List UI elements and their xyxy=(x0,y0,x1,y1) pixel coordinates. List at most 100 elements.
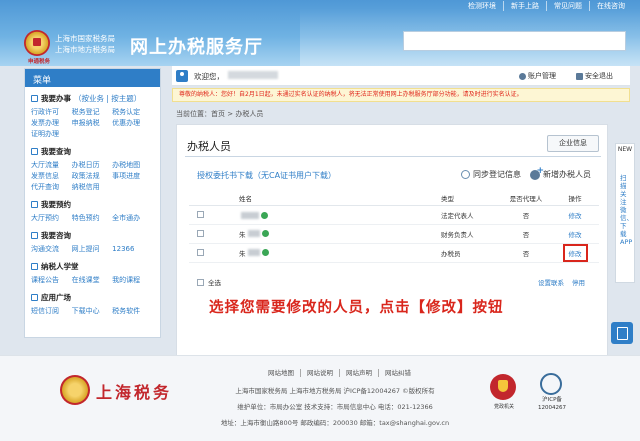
disable-link[interactable]: 停用 xyxy=(572,277,585,287)
sync-info-button[interactable]: 同步登记信息 xyxy=(461,169,521,180)
group-subtitle[interactable]: （按业务 | 按主题） xyxy=(74,93,141,104)
sidebar-link[interactable]: 税务登记 xyxy=(72,107,113,118)
sidebar-link[interactable]: 办税地图 xyxy=(112,160,153,171)
welcome-text: 欢迎您， xyxy=(194,72,224,81)
footer-link-about[interactable]: 网站说明 xyxy=(300,369,339,377)
user-bar: 欢迎您， 账户管理 安全退出 xyxy=(172,66,630,86)
sidebar-link[interactable]: 代开查询 xyxy=(31,182,72,193)
sidebar-link[interactable]: 发票办理 xyxy=(31,118,72,129)
col-type: 类型 xyxy=(407,191,501,206)
select-all-checkbox[interactable] xyxy=(197,278,204,286)
add-staff-button[interactable]: 新增办税人员 xyxy=(530,166,591,180)
divider xyxy=(185,156,601,157)
group-title: 我要办事 xyxy=(41,94,71,103)
col-name: 姓名 xyxy=(217,191,407,206)
book-icon xyxy=(31,263,38,270)
refresh-icon xyxy=(461,170,470,179)
row-type: 法定代表人 xyxy=(407,205,501,225)
icp-badge-icon[interactable] xyxy=(540,373,562,395)
feedback-edit-icon[interactable] xyxy=(611,322,633,344)
sidebar-link[interactable]: 税务软件 xyxy=(112,306,153,317)
person-icon xyxy=(519,72,526,80)
group-title: 纳税人学堂 xyxy=(41,262,79,271)
row-name: 朱 xyxy=(239,230,246,239)
sync-label: 同步登记信息 xyxy=(473,170,521,179)
sidebar-link[interactable]: 事项进度 xyxy=(112,171,153,182)
set-contact-link[interactable]: 设置联系 xyxy=(538,277,564,287)
top-link-env-check[interactable]: 检测环境 xyxy=(461,1,503,11)
authorization-download-link[interactable]: 授权委托书下载（无CA证书用户下载） xyxy=(197,170,336,181)
company-info-button[interactable]: 企业信息 xyxy=(547,135,599,152)
notice-banner: 尊敬的纳税人：您好！自2月1日起，未通过实名认证的纳税人，将无法正常使用网上办税… xyxy=(172,88,630,102)
sidebar-link[interactable]: 在线课堂 xyxy=(72,275,113,286)
sidebar-link[interactable]: 我的课程 xyxy=(112,275,153,286)
edit-link[interactable]: 修改 xyxy=(569,212,582,220)
site-title: 网上办税服务厅 xyxy=(130,37,263,58)
chat-icon xyxy=(31,232,38,239)
sidebar-link[interactable]: 课程公告 xyxy=(31,275,72,286)
logout-button[interactable]: 安全退出 xyxy=(576,71,613,81)
gov-badge-icon[interactable] xyxy=(490,374,516,400)
org-name-national: 上海市国家税务局 xyxy=(55,34,115,43)
top-link-beginner[interactable]: 新手上路 xyxy=(503,1,546,11)
site-footer: 上海税务 网站地图 网站说明 网站声明 网站纠错 上海市国家税务局 上海市地方税… xyxy=(0,355,640,441)
menu-group-apps: 应用广场 短信订阅 下载中心 税务软件 xyxy=(25,286,160,317)
sidebar-link[interactable]: 税务认定 xyxy=(112,107,153,118)
table-header: 姓名 类型 是否代理人 操作 xyxy=(189,191,599,206)
col-op: 操作 xyxy=(551,191,599,206)
logout-label: 安全退出 xyxy=(585,72,613,80)
sidebar-link[interactable]: 发票信息 xyxy=(31,171,72,182)
menu-group-query: 我要查询 大厅流量 办税日历 办税地图 发票信息 政策法规 事项进度 代开查询 … xyxy=(25,140,160,193)
panel-title: 办税人员 xyxy=(187,140,231,153)
site-header: 检测环境 新手上路 常见问题 在线咨询 上海市国家税务局 上海市地方税务局 网上… xyxy=(0,0,640,66)
sidebar-link[interactable]: 下载中心 xyxy=(72,306,113,317)
sidebar-link[interactable]: 大厅预约 xyxy=(31,213,72,224)
col-agent: 是否代理人 xyxy=(501,191,551,206)
table-row: 朱 办税员 否 修改 xyxy=(189,243,599,263)
sidebar-link[interactable]: 优惠办理 xyxy=(112,118,153,129)
top-link-consult[interactable]: 在线咨询 xyxy=(589,1,632,11)
search-input[interactable] xyxy=(403,31,626,51)
qr-float-widget[interactable]: NEW 扫描关注微信、下载APP xyxy=(615,143,635,283)
sidebar-link[interactable]: 网上提问 xyxy=(72,244,113,255)
row-name: 朱 xyxy=(239,249,246,258)
account-button[interactable]: 账户管理 xyxy=(519,71,556,81)
calendar-icon xyxy=(31,201,38,208)
row-checkbox[interactable] xyxy=(197,249,204,256)
tax-emblem-icon xyxy=(24,30,50,56)
sidebar-link[interactable]: 12366 xyxy=(112,244,153,255)
footer-link-report[interactable]: 网站纠错 xyxy=(378,369,417,377)
user-icon xyxy=(176,70,188,82)
group-title: 我要咨询 xyxy=(41,231,71,240)
sidebar-link[interactable]: 政策法规 xyxy=(72,171,113,182)
org-names: 上海市国家税务局 上海市地方税务局 xyxy=(55,33,115,55)
sidebar-link[interactable]: 特色预约 xyxy=(72,213,113,224)
table-footer: 全选 设置联系 停用 xyxy=(189,275,599,289)
sidebar-link[interactable]: 纳税信用 xyxy=(72,182,113,193)
sidebar-link[interactable]: 大厅流量 xyxy=(31,160,72,171)
row-agent: 否 xyxy=(501,205,551,225)
sidebar-link[interactable]: 行政许可 xyxy=(31,107,72,118)
footer-link-sitemap[interactable]: 网站地图 xyxy=(262,369,300,377)
new-badge: NEW xyxy=(617,146,633,153)
row-checkbox[interactable] xyxy=(197,230,204,237)
icp-badge-label: 沪ICP备 12004267 xyxy=(538,397,566,411)
footer-address: 地址：上海市衡山路800号 邮政编码：200030 邮箱：tax@shangha… xyxy=(220,419,450,427)
edit-link[interactable]: 修改 xyxy=(569,231,582,239)
row-checkbox[interactable] xyxy=(197,211,204,218)
menu-group-business: 我要办事 （按业务 | 按主题） 行政许可 税务登记 税务认定 发票办理 申报纳… xyxy=(25,87,160,140)
group-title: 我要查询 xyxy=(41,147,71,156)
sidebar-link[interactable]: 沟通交流 xyxy=(31,244,72,255)
sidebar-link[interactable]: 全市通办 xyxy=(112,213,153,224)
sidebar-link[interactable]: 证明办理 xyxy=(31,129,72,140)
sidebar-link[interactable]: 短信订阅 xyxy=(31,306,72,317)
table-row: 法定代表人 否 修改 xyxy=(189,205,599,225)
name-redacted xyxy=(241,212,259,220)
group-title: 我要预约 xyxy=(41,200,71,209)
footer-link-statement[interactable]: 网站声明 xyxy=(339,369,378,377)
row-type: 财务负责人 xyxy=(407,224,501,244)
edit-link-highlighted[interactable]: 修改 xyxy=(562,243,588,262)
sidebar-link[interactable]: 申报纳税 xyxy=(72,118,113,129)
top-link-faq[interactable]: 常见问题 xyxy=(546,1,589,11)
sidebar-link[interactable]: 办税日历 xyxy=(72,160,113,171)
